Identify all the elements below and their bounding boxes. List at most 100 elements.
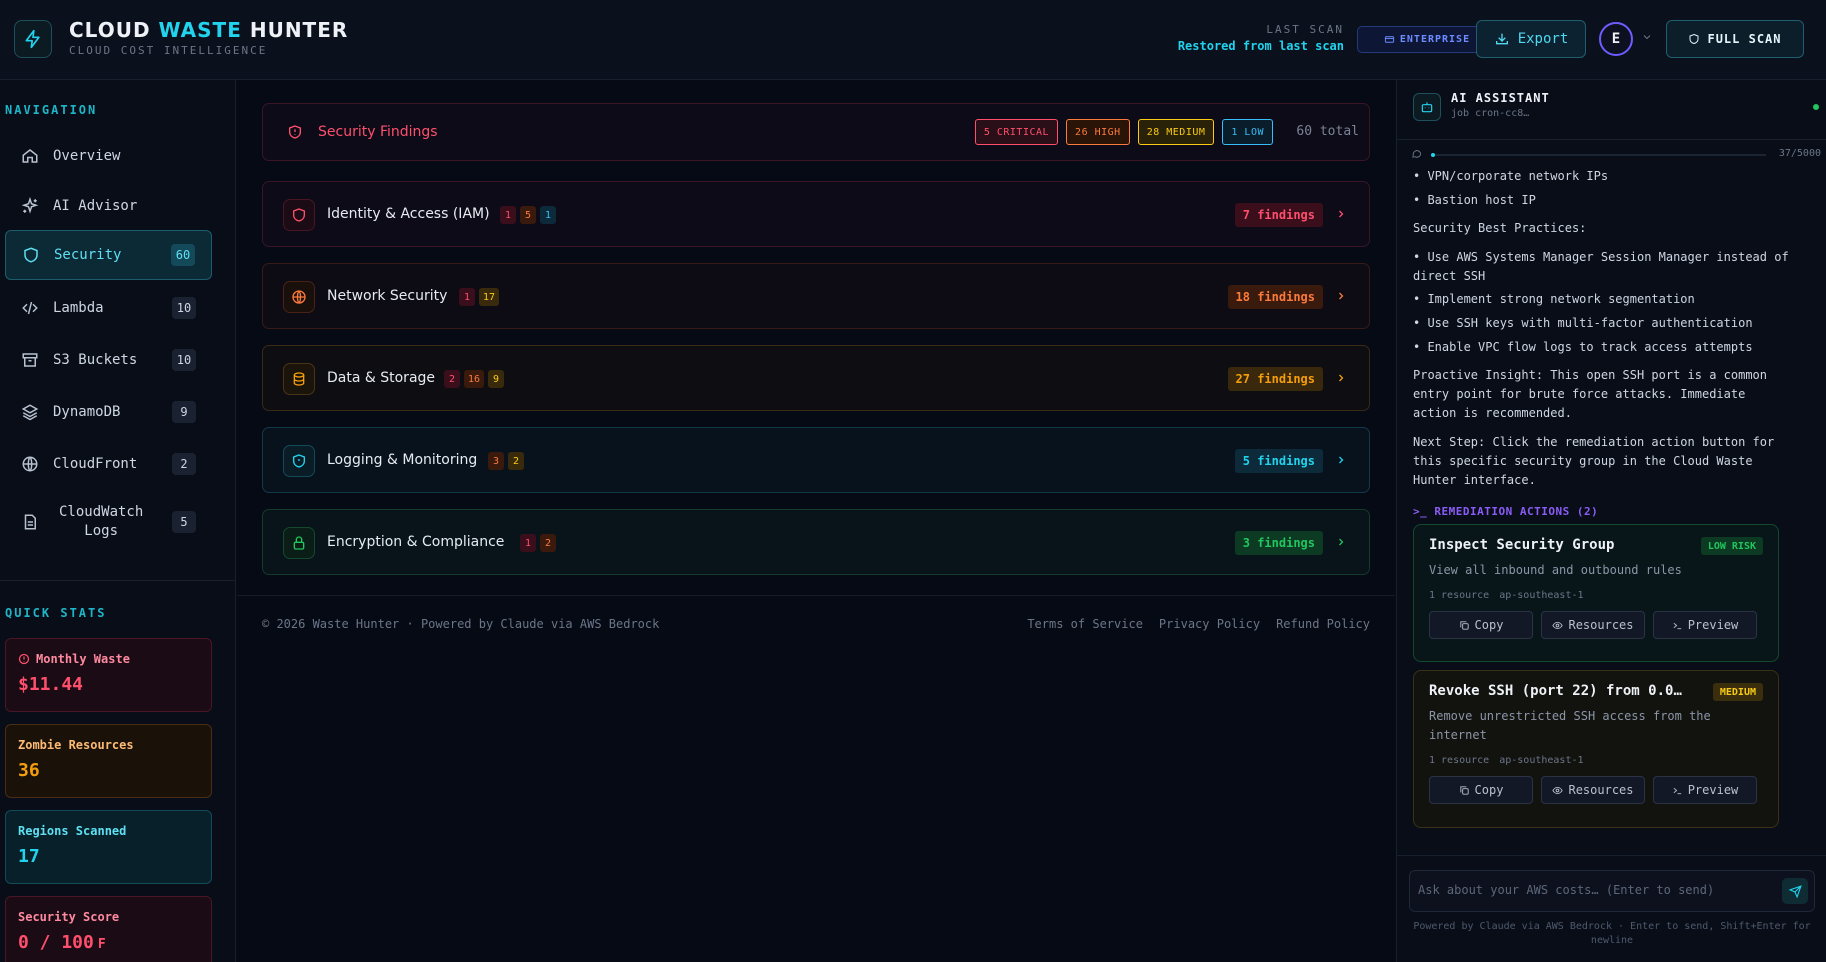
- sidebar: NAVIGATION Overview AI Advisor Security …: [0, 80, 236, 962]
- online-status-dot: [1813, 104, 1819, 110]
- send-icon: [1788, 884, 1802, 898]
- category-iam[interactable]: Identity & Access (IAM) 1 5 1 7 findings: [262, 181, 1370, 247]
- chat-input[interactable]: [1418, 883, 1778, 897]
- findings-total: 60 total: [1296, 124, 1359, 139]
- cloudfront-count-badge: 2: [172, 453, 196, 475]
- category-counts: 2 16 9: [444, 370, 505, 388]
- copy-icon: [1459, 785, 1469, 795]
- last-scan-label: LAST SCAN: [1266, 23, 1344, 36]
- user-avatar[interactable]: E: [1599, 22, 1633, 56]
- sidebar-item-s3-buckets[interactable]: S3 Buckets 10: [5, 338, 212, 382]
- findings-count: 18 findings: [1227, 285, 1323, 309]
- category-network[interactable]: Network Security 1 17 18 findings: [262, 263, 1370, 329]
- count-critical: 1: [520, 534, 536, 552]
- count-critical: 1: [500, 206, 516, 224]
- findings-count: 27 findings: [1227, 367, 1323, 391]
- count-critical: 1: [459, 288, 475, 306]
- action-buttons: Copy Resources Preview: [1429, 776, 1763, 804]
- export-button[interactable]: Export: [1476, 20, 1586, 58]
- top-header: CLOUD WASTE HUNTER CLOUD COST INTELLIGEN…: [0, 0, 1826, 80]
- count-low: 1: [540, 206, 556, 224]
- nav-section-label: NAVIGATION: [5, 103, 98, 117]
- sidebar-item-cloudwatch-logs[interactable]: CloudWatch Logs 5: [5, 494, 212, 550]
- category-name: Logging & Monitoring: [327, 452, 478, 468]
- globe-icon: [22, 456, 38, 472]
- chevron-down-icon[interactable]: [1641, 31, 1653, 43]
- pill-high: 26 HIGH: [1066, 119, 1130, 145]
- sidebar-item-dynamodb[interactable]: DynamoDB 9: [5, 390, 212, 434]
- resources-button[interactable]: Resources: [1541, 776, 1645, 804]
- sidebar-item-overview[interactable]: Overview: [5, 134, 212, 178]
- resources-button[interactable]: Resources: [1541, 611, 1645, 639]
- pill-critical: 5 CRITICAL: [974, 119, 1059, 145]
- sidebar-item-security[interactable]: Security 60: [5, 230, 212, 280]
- send-button[interactable]: [1782, 878, 1808, 904]
- main-content: Security Findings 5 CRITICAL 26 HIGH 28 …: [237, 80, 1395, 962]
- last-scan-info: LAST SCAN Restored from last scan: [1178, 23, 1344, 53]
- chevron-right-icon: [1339, 210, 1344, 218]
- preview-button[interactable]: Preview: [1653, 611, 1757, 639]
- download-icon: [1495, 33, 1508, 45]
- category-name: Network Security: [327, 288, 448, 304]
- security-grade: F: [97, 937, 106, 952]
- copy-button[interactable]: Copy: [1429, 611, 1533, 639]
- chat-message-line: • VPN/corporate network IPs: [1413, 169, 1609, 183]
- sidebar-item-lambda[interactable]: Lambda 10: [5, 286, 212, 330]
- app-title: CLOUD WASTE HUNTER: [69, 18, 349, 42]
- cloudwatch-logs-label: CloudWatch Logs: [59, 504, 144, 539]
- findings-count: 5 findings: [1234, 449, 1323, 473]
- archive-icon: [22, 353, 38, 367]
- terms-link[interactable]: Terms of Service: [1027, 617, 1143, 631]
- chat-message-line: • Implement strong network segmentation: [1413, 292, 1695, 306]
- s3-count-badge: 10: [172, 349, 196, 371]
- category-data-storage[interactable]: Data & Storage 2 16 9 27 findings: [262, 345, 1370, 411]
- chevron-right-icon: [1339, 456, 1344, 464]
- action-buttons: Copy Resources Preview: [1429, 611, 1763, 639]
- category-logging[interactable]: Logging & Monitoring 3 2 5 findings: [262, 427, 1370, 493]
- home-icon: [22, 149, 38, 163]
- sidebar-item-ai-advisor[interactable]: AI Advisor: [5, 184, 212, 228]
- shield-icon: [283, 445, 315, 477]
- count-medium: 2: [508, 452, 524, 470]
- chat-divider: [1397, 855, 1826, 856]
- chat-powered-note: Powered by Claude via AWS Bedrock · Ente…: [1413, 921, 1811, 946]
- category-encryption[interactable]: Encryption & Compliance 1 2 3 findings: [262, 509, 1370, 575]
- count-critical: 2: [444, 370, 460, 388]
- count-medium: 9: [488, 370, 505, 388]
- shield-icon: [283, 199, 315, 231]
- layers-icon: [21, 404, 39, 421]
- severity-pills: 5 CRITICAL 26 HIGH 28 MEDIUM 1 LOW: [974, 119, 1273, 145]
- chat-input-box: [1409, 870, 1815, 912]
- remediation-card: Revoke SSH (port 22) from 0.0.0.0/0 MEDI…: [1413, 670, 1779, 828]
- privacy-link[interactable]: Privacy Policy: [1159, 617, 1260, 631]
- refund-link[interactable]: Refund Policy: [1276, 617, 1370, 631]
- risk-badge: LOW RISK: [1700, 537, 1763, 555]
- copy-button[interactable]: Copy: [1429, 776, 1533, 804]
- chat-message-line: • Use AWS Systems Manager Session Manage…: [1413, 250, 1789, 283]
- category-name: Data & Storage: [327, 370, 436, 386]
- sparkles-icon: [21, 197, 39, 214]
- count-medium: 17: [479, 288, 500, 306]
- pill-low: 1 LOW: [1222, 119, 1273, 145]
- action-description: Remove unrestricted SSH access from the …: [1429, 709, 1711, 742]
- findings-count: 7 findings: [1234, 203, 1323, 227]
- chat-message-line: • Enable VPC flow logs to track access a…: [1413, 340, 1753, 354]
- chat-bubble-icon: [1412, 150, 1422, 158]
- stat-regions-scanned: Regions Scanned 17: [5, 810, 212, 884]
- database-icon: [283, 363, 315, 395]
- ai-header: AI ASSISTANT job cron-cc8…: [1397, 80, 1826, 140]
- eye-icon: [1552, 621, 1564, 629]
- category-name: Identity & Access (IAM): [327, 206, 490, 222]
- sidebar-item-cloudfront[interactable]: CloudFront 2: [5, 442, 212, 486]
- category-counts: 1 5 1: [500, 206, 556, 224]
- full-scan-button[interactable]: FULL SCAN: [1666, 20, 1804, 58]
- security-findings-header: Security Findings 5 CRITICAL 26 HIGH 28 …: [262, 103, 1370, 161]
- chat-message-line: Security Best Practices:: [1413, 221, 1587, 235]
- footer-copyright: © 2026 Waste Hunter · Powered by Claude …: [262, 617, 660, 631]
- usage-fill: [1431, 153, 1435, 157]
- chat-message-line: Proactive Insight: This open SSH port is…: [1413, 368, 1768, 420]
- lock-icon: [283, 527, 315, 559]
- app-subtitle: CLOUD COST INTELLIGENCE: [69, 44, 268, 57]
- token-usage: 37/5000: [1411, 143, 1821, 163]
- preview-button[interactable]: Preview: [1653, 776, 1757, 804]
